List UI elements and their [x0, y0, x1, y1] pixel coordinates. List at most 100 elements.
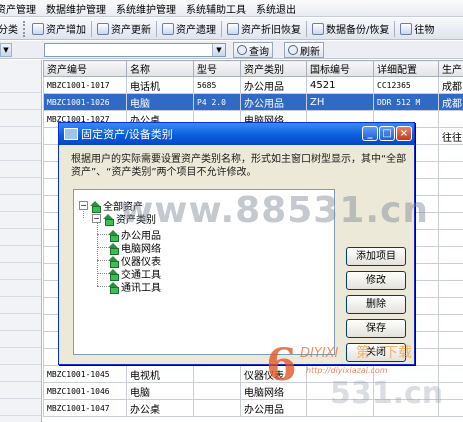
history-button[interactable]: 往物	[397, 19, 437, 39]
row-header[interactable]	[0, 280, 41, 297]
column-header-name[interactable]: 名称	[126, 60, 194, 77]
dialog-title-bar[interactable]: 固定资产/设备类别 _ □ ×	[59, 123, 414, 145]
table-cell-name[interactable]: 电脑	[126, 93, 194, 111]
table-cell-gb[interactable]: 4521	[306, 76, 374, 94]
column-header-category[interactable]: 资产类别	[240, 60, 307, 77]
chevron-down-icon[interactable]: ▼	[212, 44, 225, 56]
table-cell-maker[interactable]	[438, 246, 463, 264]
left-combo-dropdown[interactable]: ▼	[0, 43, 12, 57]
asset-dispose-button[interactable]: 资产遗理	[159, 19, 219, 39]
menu-system-maintenance[interactable]: 系统维护管理	[112, 1, 182, 16]
table-row[interactable]: MBZC1001-1026 电脑 P4 2.0 办公用品 ZH DDR 512 M 成都	[43, 93, 463, 111]
table-cell-maker[interactable]	[438, 297, 463, 315]
table-cell-maker[interactable]	[438, 212, 463, 230]
minimize-button[interactable]: _	[362, 126, 378, 141]
table-cell-model[interactable]	[193, 382, 241, 400]
table-cell-code[interactable]: MBZC1001-1045	[43, 365, 127, 383]
column-header-maker[interactable]: 生产	[438, 60, 463, 77]
query-button[interactable]: 查询	[233, 42, 273, 58]
asset-add-button[interactable]: 资产增加	[29, 19, 89, 39]
table-cell-maker[interactable]	[438, 348, 463, 366]
search-row: ▼ ▼ 查询 刷新	[0, 41, 463, 59]
close-icon[interactable]: ×	[396, 126, 412, 141]
table-cell-maker[interactable]	[438, 280, 463, 298]
toolbar-category-button[interactable]: 分类	[0, 19, 21, 39]
refresh-button[interactable]: 刷新	[284, 42, 324, 58]
table-cell-category[interactable]: 办公用品	[240, 93, 307, 111]
table-cell-model[interactable]: 5685	[193, 76, 241, 94]
table-cell-category[interactable]: 办公用品	[240, 399, 307, 417]
table-cell-maker[interactable]	[438, 144, 463, 162]
history-icon	[400, 22, 413, 35]
table-cell-maker[interactable]: 成都	[438, 76, 463, 94]
row-header[interactable]	[0, 365, 41, 382]
row-header[interactable]	[0, 246, 41, 263]
filter-combo[interactable]: ▼	[44, 43, 226, 57]
toolbar-grip[interactable]	[23, 20, 27, 37]
tree-leaf-communication[interactable]: 通讯工具	[108, 280, 161, 294]
row-header[interactable]	[0, 263, 41, 280]
table-cell-maker[interactable]	[438, 161, 463, 179]
row-header[interactable]	[0, 110, 41, 127]
table-cell-name[interactable]: 电话机	[126, 76, 194, 94]
table-cell-code[interactable]: MBZC1001-1017	[43, 76, 127, 94]
table-cell-name[interactable]: 电脑	[126, 382, 194, 400]
column-header-code[interactable]: 资产编号	[43, 60, 127, 77]
menu-system-tools[interactable]: 系统辅助工具	[182, 1, 252, 16]
table-cell-maker[interactable]	[438, 331, 463, 349]
asset-update-button[interactable]: 资产更新	[94, 19, 154, 39]
table-cell-maker[interactable]	[438, 229, 463, 247]
table-cell-category[interactable]: 办公用品	[240, 76, 307, 94]
row-header[interactable]	[0, 178, 41, 195]
table-cell-model[interactable]	[193, 365, 241, 383]
row-header[interactable]	[0, 229, 41, 246]
table-cell-maker[interactable]: 往往	[438, 127, 463, 145]
table-cell-maker[interactable]	[438, 195, 463, 213]
depreciation-restore-button[interactable]: 资产折旧恢复	[224, 19, 304, 39]
table-cell-name[interactable]: 办公桌	[126, 399, 194, 417]
menu-asset-management[interactable]: 资产管理	[0, 1, 42, 16]
row-header[interactable]	[0, 93, 41, 110]
table-cell-maker[interactable]	[438, 314, 463, 332]
row-header[interactable]	[0, 76, 41, 93]
column-header-config[interactable]: 详细配置	[373, 60, 439, 77]
row-header[interactable]	[0, 127, 41, 144]
table-cell-maker[interactable]: 成都	[438, 93, 463, 111]
column-header-model[interactable]: 型号	[193, 60, 241, 77]
row-header[interactable]	[0, 331, 41, 348]
table-cell-config[interactable]: CC12365	[373, 76, 439, 94]
row-header[interactable]	[0, 195, 41, 212]
table-cell-maker[interactable]	[438, 110, 463, 128]
row-header[interactable]	[0, 314, 41, 331]
row-header[interactable]	[0, 399, 41, 416]
toolbar-separator	[394, 20, 396, 37]
delete-button[interactable]: 删除	[346, 295, 406, 314]
row-header[interactable]	[0, 144, 41, 161]
table-cell-maker[interactable]	[438, 263, 463, 281]
backup-restore-button[interactable]: 数据备份/恢复	[309, 19, 392, 39]
menu-system-exit[interactable]: 系统退出	[252, 1, 302, 16]
table-cell-model[interactable]: P4 2.0	[193, 93, 241, 111]
collapse-icon[interactable]: −	[92, 214, 101, 223]
row-header[interactable]	[0, 348, 41, 365]
table-cell-maker[interactable]	[438, 178, 463, 196]
table-cell-config[interactable]: DDR 512 M	[373, 93, 439, 111]
collapse-icon[interactable]: −	[79, 201, 88, 210]
table-cell-model[interactable]	[193, 399, 241, 417]
edit-button[interactable]: 修改	[346, 271, 406, 290]
column-header-gb[interactable]: 国标编号	[306, 60, 374, 77]
row-header[interactable]	[0, 161, 41, 178]
table-cell-name[interactable]: 电视机	[126, 365, 194, 383]
menu-data-maintenance[interactable]: 数据维护管理	[42, 1, 112, 16]
add-item-button[interactable]: 添加项目	[346, 247, 406, 266]
row-header[interactable]	[0, 212, 41, 229]
table-cell-code[interactable]: MBZC1001-1046	[43, 382, 127, 400]
row-header[interactable]	[0, 297, 41, 314]
table-row[interactable]: MBZC1001-1017 电话机 5685 办公用品 4521 CC12365 成都	[43, 76, 463, 94]
table-cell-gb[interactable]: ZH	[306, 93, 374, 111]
row-header[interactable]	[0, 382, 41, 399]
table-cell-code[interactable]: MBZC1001-1026	[43, 93, 127, 111]
save-button[interactable]: 保存	[346, 319, 406, 338]
table-cell-code[interactable]: MBZC1001-1047	[43, 399, 127, 417]
maximize-button[interactable]: □	[379, 126, 395, 141]
